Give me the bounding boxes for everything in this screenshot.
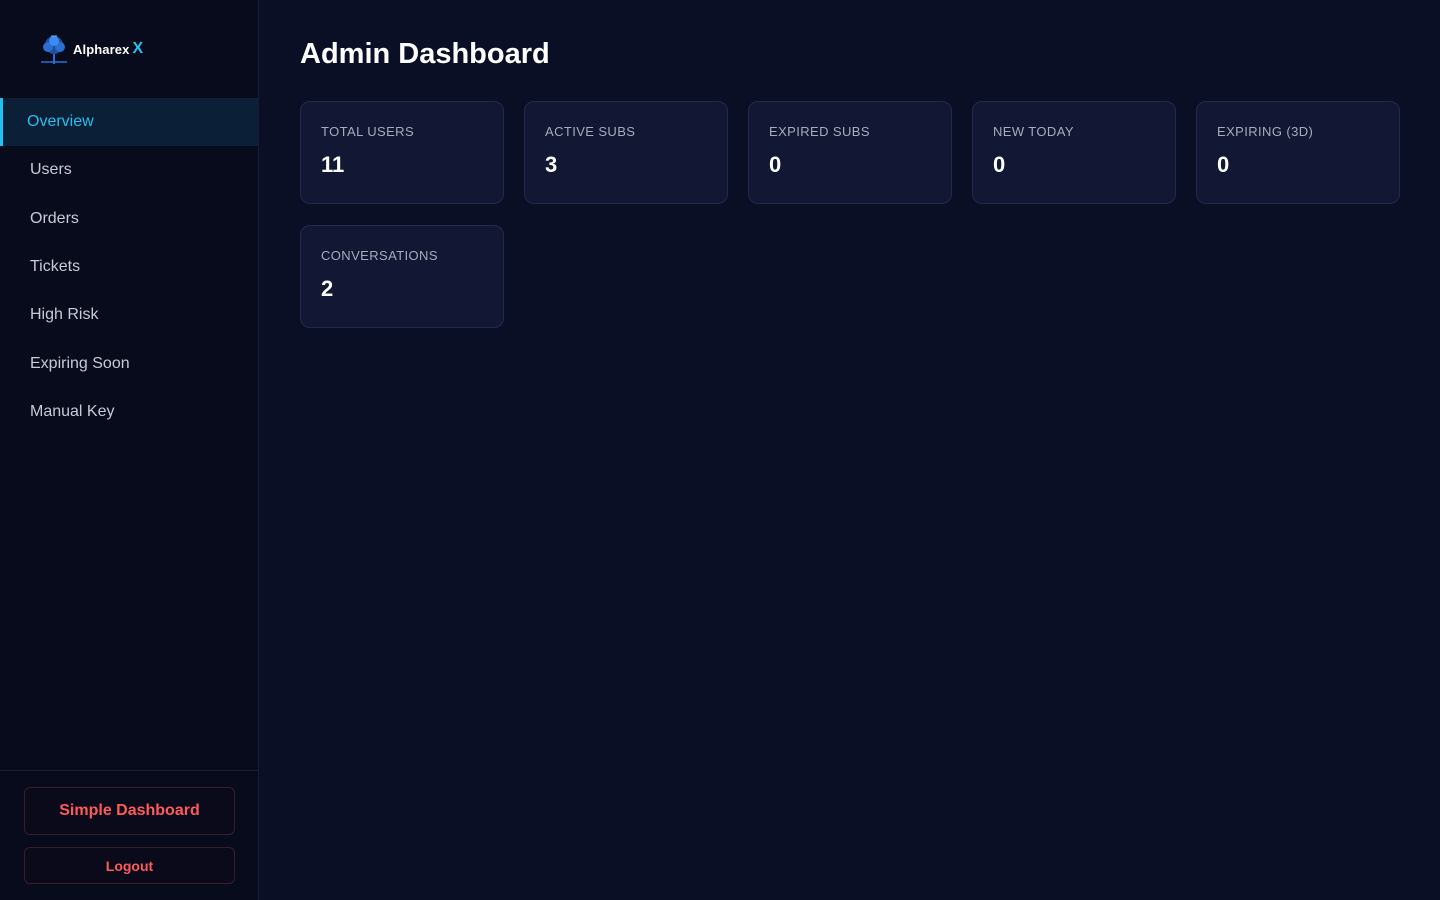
sidebar-item-overview[interactable]: Overview bbox=[0, 98, 258, 147]
sidebar: Alpharex X Overview Users Orders Tickets … bbox=[0, 0, 259, 900]
stat-card-total-users: TOTAL USERS 11 bbox=[300, 101, 504, 204]
stat-label: ACTIVE SUBS bbox=[545, 124, 636, 139]
stats-grid: TOTAL USERS 11 ACTIVE SUBS 3 EXPIRED SUB… bbox=[300, 101, 1400, 328]
simple-dashboard-button[interactable]: Simple Dashboard bbox=[24, 787, 235, 835]
stat-value: 0 bbox=[769, 152, 782, 177]
stat-label: CONVERSATIONS bbox=[321, 248, 438, 263]
sidebar-item-manual-key[interactable]: Manual Key bbox=[0, 388, 258, 436]
stat-label: EXPIRED SUBS bbox=[769, 124, 870, 139]
stat-label: EXPIRING (3D) bbox=[1217, 124, 1314, 139]
stat-value: 2 bbox=[321, 276, 334, 301]
stat-card-active-subs: ACTIVE SUBS 3 bbox=[524, 101, 728, 204]
stat-value: 11 bbox=[321, 152, 345, 177]
logo-mark: Alpharex X bbox=[37, 32, 143, 66]
stat-value: 3 bbox=[545, 152, 558, 177]
stat-value: 0 bbox=[993, 152, 1006, 177]
sidebar-nav: Overview Users Orders Tickets High Risk … bbox=[0, 98, 258, 436]
sidebar-item-orders[interactable]: Orders bbox=[0, 195, 258, 243]
sidebar-item-expiring-soon[interactable]: Expiring Soon bbox=[0, 339, 258, 387]
stat-label: NEW TODAY bbox=[993, 124, 1074, 139]
sidebar-item-tickets[interactable]: Tickets bbox=[0, 243, 258, 291]
logout-button[interactable]: Logout bbox=[24, 847, 235, 884]
page-title: Admin Dashboard bbox=[300, 38, 550, 70]
sidebar-item-users[interactable]: Users bbox=[0, 146, 258, 194]
app-root: Alpharex X Overview Users Orders Tickets … bbox=[0, 0, 1440, 900]
brand-name: Alpharex bbox=[73, 41, 130, 57]
stat-card-conversations: CONVERSATIONS 2 bbox=[300, 225, 504, 328]
tree-logo-icon bbox=[41, 35, 67, 64]
stat-card-new-today: NEW TODAY 0 bbox=[972, 101, 1176, 204]
sidebar-footer: Simple Dashboard Logout bbox=[0, 770, 259, 900]
stat-card-expired-subs: EXPIRED SUBS 0 bbox=[748, 101, 952, 204]
brand-logo[interactable]: Alpharex X bbox=[0, 0, 258, 98]
stat-value: 0 bbox=[1217, 152, 1230, 177]
main-content: Admin Dashboard TOTAL USERS 11 ACTIVE SU… bbox=[259, 0, 1440, 900]
brand-accent-letter: X bbox=[132, 40, 144, 57]
stat-card-expiring-3d: EXPIRING (3D) 0 bbox=[1196, 101, 1400, 204]
sidebar-item-high-risk[interactable]: High Risk bbox=[0, 291, 258, 339]
stat-label: TOTAL USERS bbox=[321, 124, 415, 139]
